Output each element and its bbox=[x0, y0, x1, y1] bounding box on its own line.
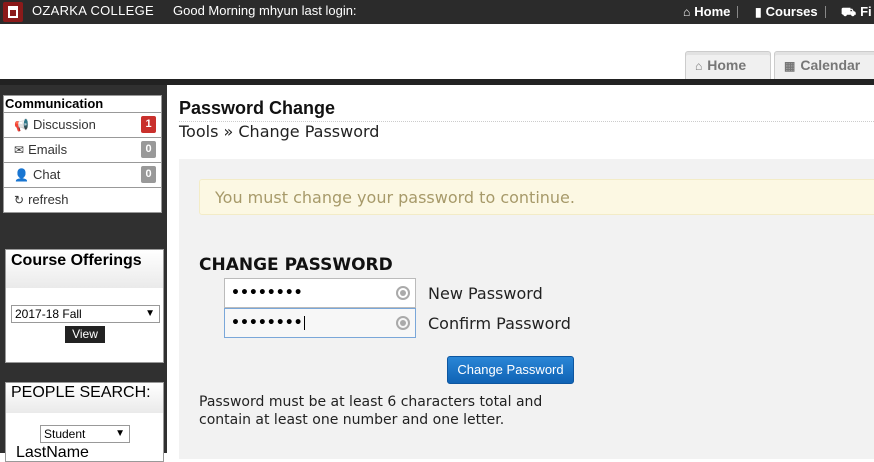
new-password-field[interactable]: •••••••• bbox=[224, 278, 416, 308]
sidebar-item-label: Emails bbox=[28, 142, 68, 157]
college-name: OZARKA COLLEGE bbox=[32, 3, 154, 18]
greeting-text: Good Morning mhyun last login: bbox=[173, 3, 357, 18]
top-nav-home[interactable]: ⌂ Home bbox=[683, 4, 739, 19]
tab-home-label: Home bbox=[707, 57, 747, 73]
breadcrumb: Tools » Change Password bbox=[179, 122, 380, 141]
chat-count-badge: 0 bbox=[141, 166, 156, 183]
home-icon: ⌂ bbox=[683, 5, 691, 19]
confirm-password-label: Confirm Password bbox=[428, 314, 571, 333]
show-password-icon[interactable] bbox=[396, 316, 410, 330]
tab-home[interactable]: ⌂ Home bbox=[685, 51, 771, 79]
book-icon: ▮ bbox=[755, 5, 762, 19]
person-type-value: Student bbox=[44, 427, 86, 441]
top-nav-courses[interactable]: ▮ Courses bbox=[755, 4, 826, 19]
view-button[interactable]: View bbox=[65, 326, 105, 343]
change-password-heading: CHANGE PASSWORD bbox=[199, 255, 393, 275]
refresh-icon: ↻ bbox=[14, 193, 25, 207]
emails-count-badge: 0 bbox=[141, 141, 156, 158]
cart-icon: ⛟ bbox=[841, 5, 857, 19]
people-search-panel: PEOPLE SEARCH: Student ▼ LastName bbox=[5, 382, 164, 462]
term-select[interactable]: 2017-18 Fall ▼ bbox=[11, 305, 160, 323]
discussion-count-badge: 1 bbox=[141, 116, 156, 133]
course-offerings-title: Course Offerings bbox=[6, 250, 163, 288]
course-offerings-panel: Course Offerings 2017-18 Fall ▼ View bbox=[5, 249, 164, 363]
sidebar-item-label: Discussion bbox=[32, 117, 96, 132]
password-change-panel: You must change your password to continu… bbox=[179, 159, 874, 459]
chevron-down-icon: ▼ bbox=[145, 308, 155, 319]
home-icon: ⌂ bbox=[695, 59, 703, 73]
tab-calendar-label: Calendar bbox=[800, 57, 861, 73]
megaphone-icon: 📢 bbox=[14, 118, 29, 132]
sidebar: Communication 📢 Discussion 1 ✉ Emails 0 👤 C… bbox=[0, 85, 167, 462]
top-bar: OZARKA COLLEGE Good Morning mhyun last l… bbox=[0, 0, 874, 24]
communication-panel: Communication 📢 Discussion 1 ✉ Emails 0 👤 C… bbox=[3, 95, 162, 213]
term-select-value: 2017-18 Fall bbox=[15, 307, 82, 321]
text-cursor bbox=[303, 316, 305, 330]
main-content: Password Change Tools » Change Password … bbox=[174, 95, 874, 459]
person-type-select[interactable]: Student ▼ bbox=[40, 425, 130, 443]
sidebar-item-emails[interactable]: ✉ Emails 0 bbox=[4, 138, 161, 163]
sidebar-item-label: refresh bbox=[28, 192, 69, 207]
new-password-value: •••••••• bbox=[231, 285, 303, 301]
people-search-title: PEOPLE SEARCH: bbox=[6, 383, 163, 413]
user-icon: 👤 bbox=[14, 168, 29, 182]
warning-alert: You must change your password to continu… bbox=[199, 179, 874, 215]
chevron-down-icon: ▼ bbox=[115, 428, 125, 439]
change-password-button[interactable]: Change Password bbox=[447, 356, 574, 384]
calendar-icon: ▦ bbox=[784, 59, 796, 73]
password-requirements-note: Password must be at least 6 characters t… bbox=[199, 394, 543, 428]
college-logo-icon[interactable] bbox=[3, 2, 23, 22]
show-password-icon[interactable] bbox=[396, 286, 410, 300]
top-nav-finance-label: Fi bbox=[860, 4, 872, 19]
confirm-password-field[interactable]: •••••••• bbox=[224, 308, 416, 338]
top-nav-home-label: Home bbox=[694, 4, 731, 19]
sidebar-item-refresh[interactable]: ↻ refresh bbox=[4, 188, 161, 213]
envelope-icon: ✉ bbox=[14, 143, 25, 157]
top-nav-courses-label: Courses bbox=[765, 4, 818, 19]
new-password-label: New Password bbox=[428, 284, 543, 303]
communication-title: Communication bbox=[4, 96, 161, 113]
sidebar-item-label: Chat bbox=[32, 167, 61, 182]
tab-calendar[interactable]: ▦ Calendar bbox=[774, 51, 874, 79]
top-nav-finance[interactable]: ⛟ Fi bbox=[841, 4, 872, 21]
page-title: Password Change bbox=[179, 98, 336, 118]
sidebar-item-chat[interactable]: 👤 Chat 0 bbox=[4, 163, 161, 188]
sidebar-item-discussion[interactable]: 📢 Discussion 1 bbox=[4, 113, 161, 138]
confirm-password-value: •••••••• bbox=[231, 315, 303, 331]
lastname-label: LastName bbox=[16, 444, 89, 461]
